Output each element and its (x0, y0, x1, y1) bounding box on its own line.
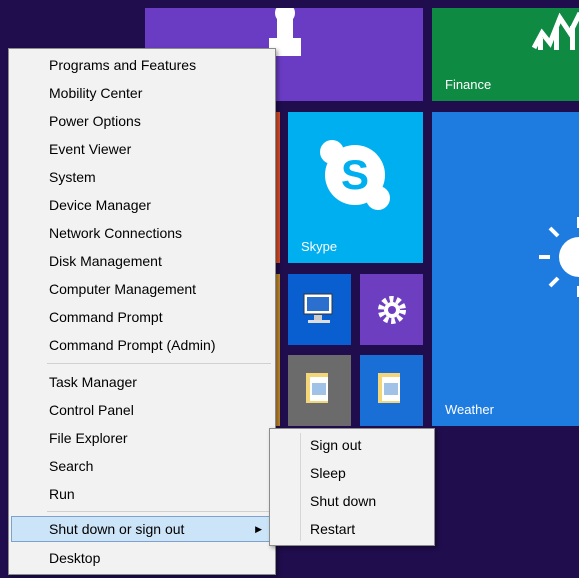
menu-item-control-panel[interactable]: Control Panel (11, 397, 273, 423)
tile-file-explorer[interactable] (360, 355, 423, 426)
folder-icon (378, 373, 400, 403)
menu-item-programs-and-features[interactable]: Programs and Features (11, 52, 273, 78)
tile-file-explorer[interactable] (288, 355, 351, 426)
submenu-item-restart[interactable]: Restart (272, 516, 432, 542)
tile-finance[interactable]: Finance (432, 8, 579, 101)
tile-label-finance: Finance (445, 77, 492, 92)
tile-computer[interactable] (288, 274, 351, 345)
menu-item-command-prompt[interactable]: Command Prompt (11, 304, 273, 330)
menu-item-command-prompt-admin[interactable]: Command Prompt (Admin) (11, 332, 273, 358)
menu-item-shut-down-or-sign-out[interactable]: Shut down or sign out ▶ (11, 516, 273, 542)
menu-item-search[interactable]: Search (11, 453, 273, 479)
svg-text:S: S (341, 151, 369, 198)
sun-icon (539, 217, 579, 297)
tile-label-skype: Skype (301, 239, 338, 254)
menu-item-run[interactable]: Run (11, 481, 273, 507)
tile-skype[interactable]: S Skype (288, 112, 423, 263)
menu-item-mobility-center[interactable]: Mobility Center (11, 80, 273, 106)
finance-chart-icon (532, 11, 579, 50)
menu-item-network-connections[interactable]: Network Connections (11, 220, 273, 246)
menu-item-event-viewer[interactable]: Event Viewer (11, 136, 273, 162)
tile-weather[interactable]: Weather (432, 112, 579, 426)
tile-label-weather: Weather (445, 402, 494, 417)
menu-item-device-manager[interactable]: Device Manager (11, 192, 273, 218)
menu-item-task-manager[interactable]: Task Manager (11, 369, 273, 395)
shut-down-submenu: Sign out Sleep Shut down Restart (269, 428, 435, 546)
menu-item-disk-management[interactable]: Disk Management (11, 248, 273, 274)
menu-item-file-explorer[interactable]: File Explorer (11, 425, 273, 451)
menu-item-label: Shut down or sign out (49, 521, 185, 537)
menu-separator (47, 511, 271, 512)
menu-item-power-options[interactable]: Power Options (11, 108, 273, 134)
power-user-menu: Programs and Features Mobility Center Po… (8, 48, 276, 575)
computer-icon (303, 293, 333, 323)
chevron-right-icon: ▶ (255, 524, 262, 534)
submenu-item-sleep[interactable]: Sleep (272, 460, 432, 486)
skype-icon: S (320, 140, 390, 210)
folder-icon (306, 373, 328, 403)
menu-item-system[interactable]: System (11, 164, 273, 190)
menu-separator (47, 363, 271, 364)
submenu-item-sign-out[interactable]: Sign out (272, 432, 432, 458)
gear-icon (378, 296, 406, 324)
menu-item-desktop[interactable]: Desktop (11, 545, 273, 571)
menu-item-computer-management[interactable]: Computer Management (11, 276, 273, 302)
submenu-item-shut-down[interactable]: Shut down (272, 488, 432, 514)
tile-settings[interactable] (360, 274, 423, 345)
